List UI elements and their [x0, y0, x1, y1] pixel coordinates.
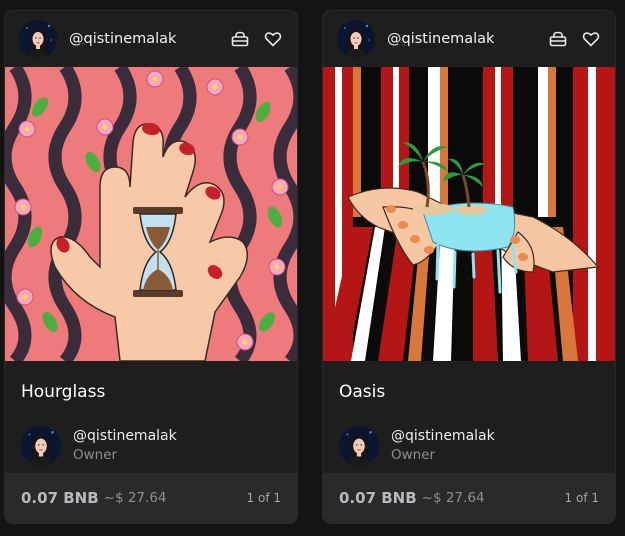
owner-handle[interactable]: @qistinemalak — [391, 428, 495, 444]
creator-avatar[interactable] — [337, 20, 375, 58]
heart-icon[interactable] — [263, 29, 283, 49]
unlockable-content-icon[interactable] — [548, 29, 568, 49]
card-header: @qistinemalak — [5, 11, 297, 67]
price-bnb: 0.07 BNB — [339, 489, 417, 507]
price-bnb: 0.07 BNB — [21, 489, 99, 507]
artwork-hourglass[interactable] — [5, 67, 297, 361]
card-footer: 0.07 BNB ~$ 27.64 1 of 1 — [323, 473, 615, 523]
nft-card-hourglass[interactable]: @qistinemalak Hourglass @qistinemalak Ow… — [4, 10, 298, 524]
owner-avatar[interactable] — [339, 425, 379, 466]
nft-card-oasis[interactable]: @qistinemalak Oasis @qistinemalak Owner … — [322, 10, 616, 524]
card-footer: 0.07 BNB ~$ 27.64 1 of 1 — [5, 473, 297, 523]
heart-icon[interactable] — [581, 29, 601, 49]
owner-section: @qistinemalak Owner — [5, 411, 297, 469]
owner-avatar[interactable] — [21, 425, 61, 466]
creator-handle[interactable]: @qistinemalak — [69, 31, 230, 47]
owner-handle[interactable]: @qistinemalak — [73, 428, 177, 444]
owner-role-label: Owner — [391, 447, 436, 463]
artwork-oasis[interactable] — [323, 67, 615, 361]
price-usd: ~$ 27.64 — [103, 490, 167, 506]
owner-role-label: Owner — [73, 447, 118, 463]
card-header: @qistinemalak — [323, 11, 615, 67]
nft-title[interactable]: Hourglass — [5, 361, 297, 411]
unlockable-content-icon[interactable] — [230, 29, 250, 49]
price-usd: ~$ 27.64 — [421, 490, 485, 506]
nft-title[interactable]: Oasis — [323, 361, 615, 411]
edition-count: 1 of 1 — [564, 491, 599, 505]
creator-avatar[interactable] — [19, 20, 57, 58]
nft-card-grid: @qistinemalak Hourglass @qistinemalak Ow… — [0, 0, 625, 536]
edition-count: 1 of 1 — [246, 491, 281, 505]
creator-handle[interactable]: @qistinemalak — [387, 31, 548, 47]
owner-section: @qistinemalak Owner — [323, 411, 615, 469]
